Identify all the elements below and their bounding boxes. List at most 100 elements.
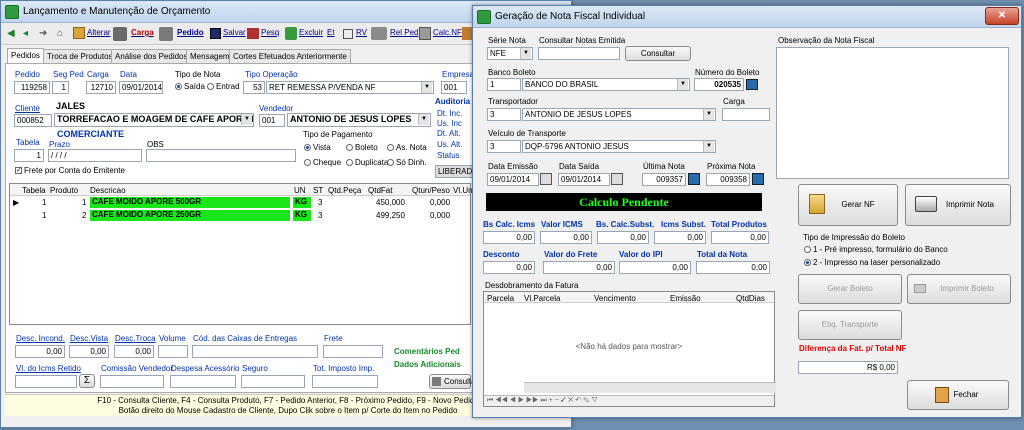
pedido-button[interactable]: Pedido [177, 23, 204, 43]
gerar-boleto-button[interactable]: Gerar Boleto [798, 274, 902, 304]
data-saida-field[interactable]: 09/01/2014 [558, 173, 610, 186]
seguro-field[interactable] [241, 375, 305, 388]
col-vencimento[interactable]: Vencimento [594, 294, 636, 303]
transportador-select[interactable]: ANTONIO DE JESUS LOPES [522, 108, 716, 121]
radio-boleto[interactable]: Boleto [346, 143, 378, 152]
col-qtddias[interactable]: QtdDias [736, 294, 765, 303]
alterar-button[interactable]: Alterar [87, 23, 111, 43]
etiq-transporte-button[interactable]: Etiq. Transporte [798, 310, 902, 340]
comissao-field[interactable] [100, 375, 164, 388]
carga-button[interactable]: Carga [131, 23, 154, 43]
table-row[interactable]: 1 2 CAFE MOIDO APORE 250GR KG 3 499,250 … [10, 210, 470, 222]
col-st[interactable]: ST [313, 186, 323, 195]
serie-nota-select[interactable]: NFE [487, 47, 533, 60]
veiculo-code[interactable]: 3 [487, 140, 521, 153]
tipo-operacao-code[interactable]: 53 [243, 81, 265, 94]
radio-duplicata[interactable]: Duplicata [346, 158, 388, 167]
col-un[interactable]: UN [294, 186, 306, 195]
comentarios-label[interactable]: Comentários Ped [394, 347, 460, 356]
dados-adicionais-label[interactable]: Dados Adicionais [394, 360, 461, 369]
col-parcela[interactable]: Parcela [487, 294, 514, 303]
desc-incond-field[interactable]: 0,00 [15, 345, 65, 358]
vl-icms-field[interactable] [15, 375, 77, 388]
desc-troca-field[interactable]: 0,00 [114, 345, 154, 358]
col-qtun-peso[interactable]: Qtun/Peso [412, 186, 450, 195]
excluir-button[interactable]: Excluir [299, 23, 323, 43]
tab-analise-pedidos[interactable]: Análise dos Pedidos [111, 49, 192, 63]
volume-label: Volume [159, 334, 186, 343]
carga-field[interactable]: 12710 [86, 81, 116, 94]
data-field[interactable]: 09/01/2014 [119, 81, 163, 94]
rel-ped-button[interactable]: Rel Ped [390, 23, 418, 43]
table-row[interactable]: ▶ 1 1 CAFE MOIDO APORE 500GR KG 3 450,00… [10, 197, 470, 209]
cod-caixas-field[interactable] [192, 345, 318, 358]
tab-cortes[interactable]: Cortes Efetuados Anteriormente [229, 49, 351, 63]
banco-select[interactable]: BANCO DO BRASIL [522, 78, 690, 91]
cliente-code[interactable]: 000852 [14, 114, 52, 127]
prazo-field[interactable]: / / / / [48, 149, 142, 162]
desc-vista-field[interactable]: 0,00 [69, 345, 109, 358]
col-descricao[interactable]: Descricao [90, 186, 126, 195]
salvar-button[interactable]: Salvar [223, 23, 246, 43]
proxima-nota-icon[interactable] [752, 173, 764, 185]
close-button[interactable]: ✕ [985, 7, 1019, 25]
radio-saida[interactable]: Saída [175, 82, 205, 91]
radio-tipo-imp-1[interactable]: 1 - Pré impresso, formulário do Banco [804, 245, 948, 254]
empresa-label: Empresa [442, 70, 475, 79]
calendar-icon[interactable] [540, 173, 552, 185]
col-qtdfat[interactable]: QtdFat [368, 186, 392, 195]
nav-next-icon[interactable]: ➜ [39, 28, 47, 39]
nav-prev-icon[interactable]: ◂ [23, 28, 28, 39]
col-tabela[interactable]: Tabela [22, 186, 46, 195]
radio-entrada[interactable]: Entrad [207, 82, 240, 91]
volume-field[interactable] [158, 345, 188, 358]
radio-as-nota[interactable]: As. Nota [387, 143, 427, 152]
rv-button[interactable]: RV [356, 23, 367, 43]
boleto-lookup-icon[interactable] [746, 79, 758, 90]
frete-field[interactable] [323, 345, 383, 358]
consultar-button[interactable]: Consultar [625, 46, 691, 61]
tab-pedidos[interactable]: Pedidos [7, 48, 44, 63]
banco-code[interactable]: 1 [487, 78, 521, 91]
transportador-code[interactable]: 3 [487, 108, 521, 121]
ultima-nota-icon[interactable] [688, 173, 700, 185]
obs-field[interactable] [146, 149, 296, 162]
radio-vista[interactable]: Vista [304, 143, 331, 152]
tot-imposto-field[interactable] [312, 375, 378, 388]
nav-last-icon[interactable]: ⌂ [57, 28, 63, 39]
fechar-button[interactable]: Fechar [907, 380, 1009, 410]
veiculo-select[interactable]: DQP-5796 ANTONIO JESUS [522, 140, 716, 153]
col-produto[interactable]: Produto [50, 186, 78, 195]
col-qtd-peca[interactable]: Qtd.Peça [328, 186, 361, 195]
cliente-select[interactable]: TORREFACAO E MOAGEM DE CAFE APORE L [54, 113, 254, 127]
consultar-notas-field[interactable] [538, 47, 620, 60]
sigma-button[interactable]: Σ [79, 374, 95, 388]
despesa-field[interactable] [170, 375, 236, 388]
data-emissao-field[interactable]: 09/01/2014 [487, 173, 539, 186]
vendedor-code[interactable]: 001 [259, 114, 285, 127]
nav-first-icon[interactable]: ◀ [7, 28, 15, 39]
vendedor-select[interactable]: ANTONIO DE JESUS LOPES [287, 113, 431, 127]
radio-so-dinh[interactable]: Só Dinh. [387, 158, 427, 167]
et-button[interactable]: Et [327, 23, 335, 43]
calc-nf-button[interactable]: Calc.NF [433, 23, 462, 43]
col-emissao[interactable]: Emissão [670, 294, 701, 303]
exit-icon[interactable] [462, 27, 472, 40]
empresa-field[interactable]: 001 [441, 81, 467, 94]
tab-mensagem[interactable]: Mensagem [186, 49, 234, 63]
radio-tipo-imp-2[interactable]: 2 - Impresso na laser personalizado [804, 258, 940, 267]
tipo-operacao-select[interactable]: RET REMESSA P/VENDA NF [266, 81, 434, 94]
observacao-textarea[interactable] [776, 47, 1009, 179]
tab-troca-produtos[interactable]: Troca de Produtos [43, 49, 117, 63]
numero-boleto-field[interactable]: 020535 [694, 78, 744, 91]
tabela-field[interactable]: 1 [14, 149, 44, 162]
radio-cheque[interactable]: Cheque [304, 158, 341, 167]
pesq-button[interactable]: Pesq [261, 23, 279, 43]
calendar-icon[interactable] [611, 173, 623, 185]
carga-nf-field[interactable] [722, 108, 770, 121]
fatura-navigator[interactable]: ⏮ ◀◀ ◀ ▶ ▶▶ ⏭ + − ✓ ✕ ↶ ✎ ▽ [484, 395, 774, 406]
col-vl-parcela[interactable]: Vl.Parcela [524, 294, 560, 303]
frete-emitente-checkbox[interactable]: ✓ Frete por Conta do Emitente [15, 166, 125, 175]
seg-ped-field[interactable]: 1 [52, 81, 69, 94]
pedido-field[interactable]: 119258 [14, 81, 50, 94]
